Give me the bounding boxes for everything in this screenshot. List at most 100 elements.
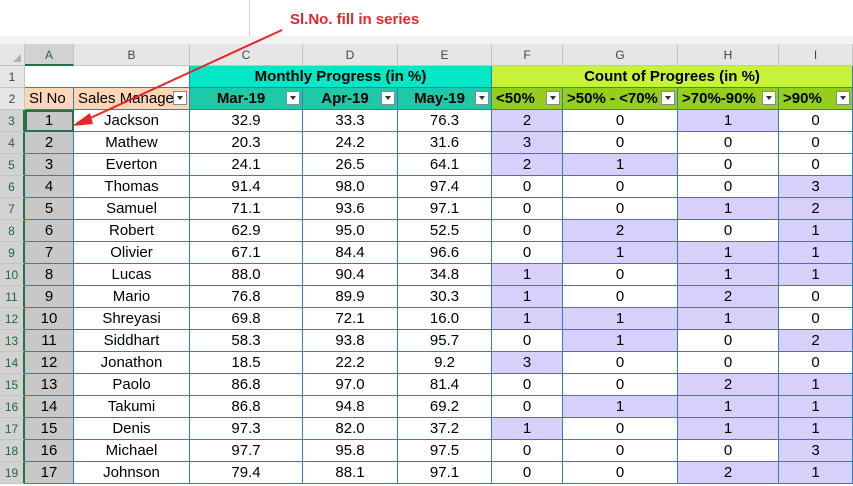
filter-dropdown-icon-may-19[interactable] bbox=[475, 91, 489, 105]
row-header-5[interactable]: 5 bbox=[0, 154, 25, 176]
column-header-d[interactable]: D bbox=[303, 44, 398, 66]
sl-no-cell[interactable]: 2 bbox=[25, 132, 74, 154]
header-mar-19[interactable]: Mar-19 bbox=[190, 88, 303, 110]
data-cell[interactable]: 88.0 bbox=[190, 264, 303, 286]
data-cell[interactable]: 0 bbox=[678, 132, 779, 154]
data-cell[interactable]: 95.7 bbox=[398, 330, 492, 352]
data-cell[interactable]: 3 bbox=[492, 132, 563, 154]
data-cell[interactable]: 2 bbox=[492, 110, 563, 132]
column-header-i[interactable]: I bbox=[779, 44, 853, 66]
data-cell[interactable]: 0 bbox=[678, 440, 779, 462]
data-cell[interactable]: 1 bbox=[779, 264, 853, 286]
data-cell[interactable]: 1 bbox=[563, 242, 678, 264]
filter-dropdown-icon-gt90[interactable] bbox=[836, 91, 850, 105]
data-cell[interactable]: Jonathon bbox=[74, 352, 190, 374]
data-cell[interactable]: 32.9 bbox=[190, 110, 303, 132]
sl-no-cell[interactable]: 4 bbox=[25, 176, 74, 198]
data-cell[interactable]: 0 bbox=[492, 176, 563, 198]
header-may-19[interactable]: May-19 bbox=[398, 88, 492, 110]
data-cell[interactable]: 0 bbox=[492, 396, 563, 418]
row-header-19[interactable]: 19 bbox=[0, 462, 25, 484]
data-cell[interactable]: 72.1 bbox=[303, 308, 398, 330]
data-cell[interactable]: 2 bbox=[779, 330, 853, 352]
data-cell[interactable]: 0 bbox=[492, 462, 563, 484]
data-cell[interactable]: 22.2 bbox=[303, 352, 398, 374]
data-cell[interactable]: 0 bbox=[492, 330, 563, 352]
data-cell[interactable]: 1 bbox=[779, 220, 853, 242]
column-header-h[interactable]: H bbox=[678, 44, 779, 66]
row-header-15[interactable]: 15 bbox=[0, 374, 25, 396]
filter-dropdown-icon-lt50[interactable] bbox=[546, 91, 560, 105]
data-cell[interactable]: 9.2 bbox=[398, 352, 492, 374]
data-cell[interactable]: 1 bbox=[492, 286, 563, 308]
data-cell[interactable]: 2 bbox=[678, 286, 779, 308]
sl-no-cell[interactable]: 9 bbox=[25, 286, 74, 308]
data-cell[interactable]: 0 bbox=[563, 110, 678, 132]
data-cell[interactable]: 1 bbox=[563, 330, 678, 352]
header-sl-no[interactable]: Sl No bbox=[25, 88, 74, 110]
data-cell[interactable]: 1 bbox=[779, 462, 853, 484]
data-cell[interactable]: 97.1 bbox=[398, 462, 492, 484]
data-cell[interactable]: 86.8 bbox=[190, 374, 303, 396]
data-cell[interactable]: 89.9 bbox=[303, 286, 398, 308]
data-cell[interactable]: 0 bbox=[779, 132, 853, 154]
data-cell[interactable]: 0 bbox=[779, 308, 853, 330]
data-cell[interactable]: Mario bbox=[74, 286, 190, 308]
sl-no-cell[interactable]: 14 bbox=[25, 396, 74, 418]
data-cell[interactable]: 1 bbox=[779, 418, 853, 440]
column-header-e[interactable]: E bbox=[398, 44, 492, 66]
data-cell[interactable]: 0 bbox=[492, 220, 563, 242]
data-cell[interactable]: 0 bbox=[678, 330, 779, 352]
sl-no-cell[interactable]: 13 bbox=[25, 374, 74, 396]
sl-no-cell[interactable]: 10 bbox=[25, 308, 74, 330]
data-cell[interactable]: 2 bbox=[492, 154, 563, 176]
data-cell[interactable]: 0 bbox=[563, 418, 678, 440]
header-sales-manager[interactable]: Sales Manager bbox=[74, 88, 190, 110]
data-cell[interactable]: 79.4 bbox=[190, 462, 303, 484]
data-cell[interactable]: Robert bbox=[74, 220, 190, 242]
row-header-17[interactable]: 17 bbox=[0, 418, 25, 440]
row-header-10[interactable]: 10 bbox=[0, 264, 25, 286]
data-cell[interactable]: 86.8 bbox=[190, 396, 303, 418]
column-header-c[interactable]: C bbox=[190, 44, 303, 66]
data-cell[interactable]: 88.1 bbox=[303, 462, 398, 484]
row-header-16[interactable]: 16 bbox=[0, 396, 25, 418]
data-cell[interactable]: 95.8 bbox=[303, 440, 398, 462]
header-lt50[interactable]: <50% bbox=[492, 88, 563, 110]
data-cell[interactable]: 37.2 bbox=[398, 418, 492, 440]
data-cell[interactable]: Johnson bbox=[74, 462, 190, 484]
data-cell[interactable]: Everton bbox=[74, 154, 190, 176]
data-cell[interactable]: Shreyasi bbox=[74, 308, 190, 330]
data-cell[interactable]: Michael bbox=[74, 440, 190, 462]
data-cell[interactable]: 97.5 bbox=[398, 440, 492, 462]
column-header-f[interactable]: F bbox=[492, 44, 563, 66]
sl-no-cell[interactable]: 5 bbox=[25, 198, 74, 220]
data-cell[interactable]: 0 bbox=[678, 220, 779, 242]
data-cell[interactable]: 33.3 bbox=[303, 110, 398, 132]
data-cell[interactable]: 18.5 bbox=[190, 352, 303, 374]
row-header-12[interactable]: 12 bbox=[0, 308, 25, 330]
data-cell[interactable]: 81.4 bbox=[398, 374, 492, 396]
data-cell[interactable]: 1 bbox=[779, 396, 853, 418]
column-header-g[interactable]: G bbox=[563, 44, 678, 66]
data-cell[interactable]: 64.1 bbox=[398, 154, 492, 176]
data-cell[interactable]: 0 bbox=[678, 176, 779, 198]
data-cell[interactable]: 20.3 bbox=[190, 132, 303, 154]
data-cell[interactable]: 0 bbox=[492, 440, 563, 462]
group-header-monthly-progress[interactable]: Monthly Progress (in %) bbox=[190, 66, 492, 88]
data-cell[interactable]: Jackson bbox=[74, 110, 190, 132]
data-cell[interactable]: 1 bbox=[492, 418, 563, 440]
data-cell[interactable]: 95.0 bbox=[303, 220, 398, 242]
data-cell[interactable]: 1 bbox=[492, 308, 563, 330]
data-cell[interactable]: Takumi bbox=[74, 396, 190, 418]
data-cell[interactable]: 69.2 bbox=[398, 396, 492, 418]
row-header-8[interactable]: 8 bbox=[0, 220, 25, 242]
filter-dropdown-icon-apr-19[interactable] bbox=[381, 91, 395, 105]
data-cell[interactable]: Samuel bbox=[74, 198, 190, 220]
data-cell[interactable]: Denis bbox=[74, 418, 190, 440]
data-cell[interactable]: 71.1 bbox=[190, 198, 303, 220]
data-cell[interactable]: 52.5 bbox=[398, 220, 492, 242]
data-cell[interactable]: 0 bbox=[678, 154, 779, 176]
data-cell[interactable]: 1 bbox=[563, 154, 678, 176]
data-cell[interactable]: 62.9 bbox=[190, 220, 303, 242]
